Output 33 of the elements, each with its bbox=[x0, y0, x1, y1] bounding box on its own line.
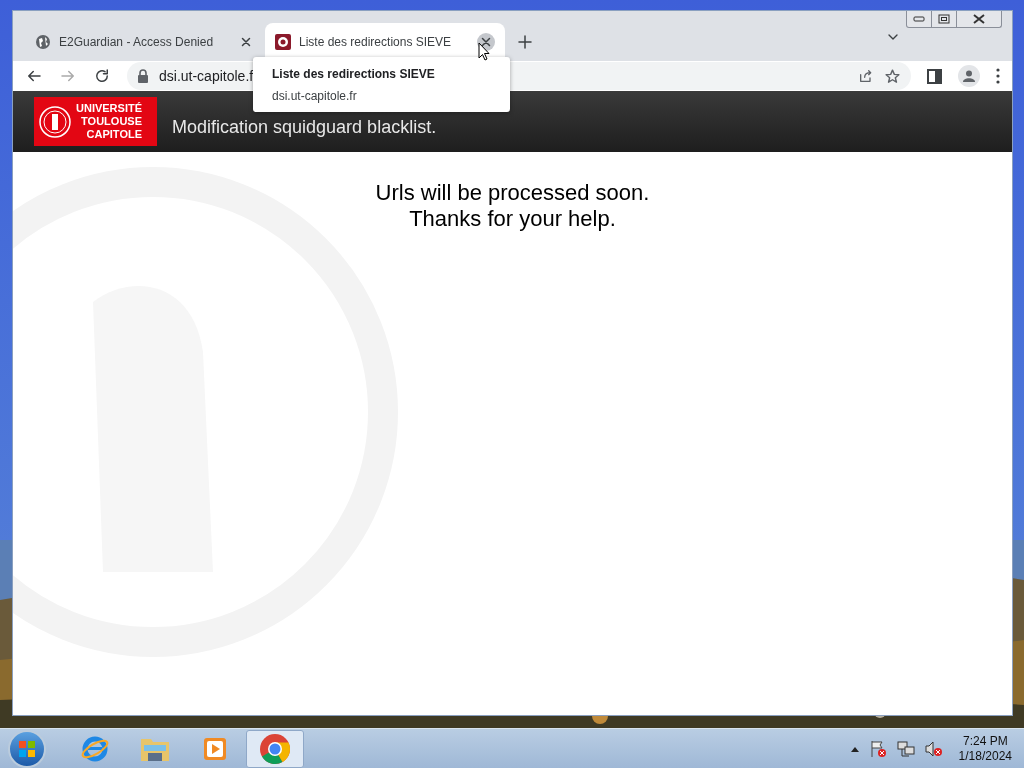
start-button[interactable] bbox=[8, 729, 46, 768]
page-header: Modification squidguard blacklist. bbox=[172, 116, 437, 139]
show-hidden-icon[interactable] bbox=[850, 745, 859, 752]
tab-title: E2Guardian - Access Denied bbox=[59, 34, 215, 51]
logo-text: CAPITOLE bbox=[86, 128, 142, 141]
clock[interactable]: 7:24 PM 1/18/2024 bbox=[958, 733, 1012, 764]
logo-text: UNIVERSITÉ bbox=[76, 102, 142, 115]
windows-logo-icon bbox=[18, 739, 36, 758]
tooltip-title: Liste des redirections SIEVE bbox=[272, 65, 436, 83]
share-icon[interactable] bbox=[858, 68, 874, 84]
logo-text: TOULOUSE bbox=[81, 115, 142, 128]
profile-icon[interactable] bbox=[958, 65, 980, 87]
side-panel-icon[interactable] bbox=[927, 68, 942, 84]
menu-icon[interactable] bbox=[996, 68, 1000, 84]
star-icon[interactable] bbox=[884, 67, 901, 85]
flag-icon[interactable] bbox=[868, 739, 887, 758]
muted-speaker-icon[interactable] bbox=[924, 739, 943, 758]
browser-tab[interactable]: E2Guardian - Access Denied bbox=[25, 23, 265, 61]
site-icon bbox=[275, 34, 291, 50]
url-text: dsi.ut-capitole.f bbox=[159, 66, 254, 86]
network-icon[interactable] bbox=[896, 739, 915, 758]
tab-title: Liste des redirections SIEVE bbox=[299, 34, 453, 51]
message-text: Urls will be processed soon. bbox=[375, 180, 650, 206]
reload-icon[interactable] bbox=[93, 67, 111, 85]
message-text: Thanks for your help. bbox=[409, 206, 616, 232]
globe-icon bbox=[35, 34, 51, 50]
clock-date: 1/18/2024 bbox=[958, 748, 1012, 764]
seal-icon bbox=[38, 104, 72, 139]
lock-icon bbox=[137, 69, 149, 83]
taskbar-app[interactable] bbox=[246, 729, 304, 768]
clock-time: 7:24 PM bbox=[962, 733, 1008, 749]
tooltip-url: dsi.ut-capitole.fr bbox=[272, 87, 358, 105]
chrome-icon bbox=[259, 732, 291, 765]
